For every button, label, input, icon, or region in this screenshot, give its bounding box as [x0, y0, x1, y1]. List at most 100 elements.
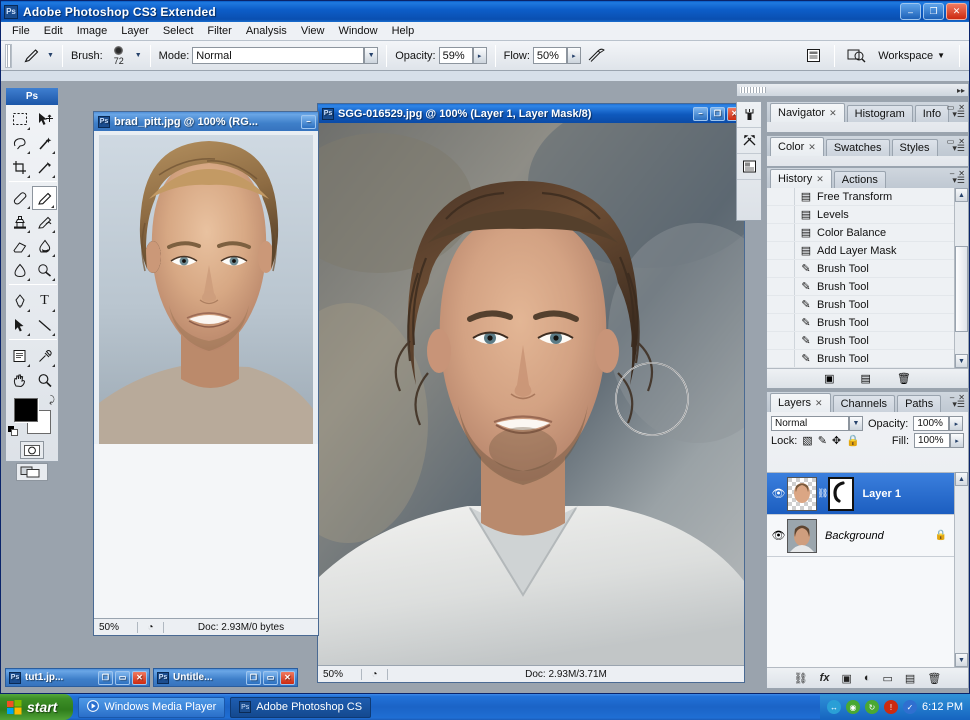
history-snapshot-gutter[interactable]: [779, 242, 795, 259]
tab-histogram[interactable]: Histogram: [846, 105, 913, 122]
layers-opacity-input[interactable]: 100%: [913, 416, 950, 431]
link-layers-icon[interactable]: ⛓: [794, 672, 808, 685]
menu-item-filter[interactable]: Filter: [200, 23, 238, 39]
menu-item-file[interactable]: File: [5, 23, 37, 39]
volume-icon[interactable]: ◉: [846, 700, 861, 714]
security-alert-icon[interactable]: !: [884, 700, 899, 714]
maximize-button[interactable]: ❐: [923, 3, 944, 20]
antivirus-icon[interactable]: ✓: [903, 700, 918, 714]
lock-pixels-icon[interactable]: ✎: [818, 434, 827, 447]
tab-actions[interactable]: Actions: [833, 171, 886, 188]
default-colors-icon[interactable]: [8, 426, 18, 436]
add-mask-icon[interactable]: ▣: [841, 672, 851, 685]
brush-chevron-icon[interactable]: ▼: [135, 52, 142, 59]
history-snapshot-gutter[interactable]: [779, 314, 795, 331]
network-icon[interactable]: ↔: [827, 700, 842, 714]
history-scrollbar[interactable]: ▲ ▼: [954, 188, 968, 368]
document-minimize-button[interactable]: –: [301, 114, 316, 129]
layer-mask-thumbnail[interactable]: [828, 476, 855, 511]
taskbar-clock[interactable]: 6:12 PM: [922, 701, 963, 713]
tool-magic-wand[interactable]: [32, 131, 57, 155]
history-item[interactable]: ✎ Brush Tool: [767, 350, 954, 368]
tool-eraser[interactable]: [7, 234, 32, 258]
history-item[interactable]: ▤ Color Balance: [767, 224, 954, 242]
tool-path-selection[interactable]: [7, 313, 32, 337]
layer-row-layer1[interactable]: 👁 ⛓ Layer 1: [767, 473, 954, 515]
scrollbar-thumb[interactable]: [955, 246, 968, 332]
new-document-icon[interactable]: ▣: [824, 372, 834, 385]
layers-opacity-arrow-icon[interactable]: ▸: [949, 416, 964, 431]
blend-mode-select-layers[interactable]: Normal: [771, 416, 849, 431]
flow-input[interactable]: 50%: [532, 47, 567, 64]
history-list[interactable]: ▤ Free Transform ▤ Levels ▤ Color Balanc…: [767, 188, 954, 368]
layer-thumbnail[interactable]: [787, 518, 817, 553]
menu-item-select[interactable]: Select: [156, 23, 201, 39]
document-maximize-button[interactable]: ❐: [710, 106, 725, 121]
flow-slider-arrow-icon[interactable]: ▸: [566, 47, 581, 64]
layer-row-background[interactable]: 👁 Background 🔒: [767, 515, 954, 557]
history-snapshot-gutter[interactable]: [779, 278, 795, 295]
adjustment-layer-icon[interactable]: ◐: [864, 672, 871, 684]
link-indicator-icon[interactable]: ⛓: [817, 488, 828, 499]
status-menu-icon[interactable]: ◔: [138, 621, 164, 633]
tool-preset-chevron-icon[interactable]: ▼: [47, 52, 54, 59]
dock-grip[interactable]: [740, 87, 766, 93]
history-snapshot-gutter[interactable]: [779, 206, 795, 223]
canvas-bradpitt[interactable]: [94, 131, 318, 453]
scroll-down-icon[interactable]: ▼: [955, 354, 968, 368]
history-item[interactable]: ▤ Levels: [767, 206, 954, 224]
brushes-icon[interactable]: [737, 102, 761, 128]
taskbar-item-photoshop[interactable]: Ps Adobe Photoshop CS: [230, 696, 372, 718]
document-window-sgg[interactable]: Ps SGG-016529.jpg @ 100% (Layer 1, Layer…: [317, 103, 745, 683]
tab-navigator[interactable]: Navigator ✕: [770, 103, 845, 122]
close-button[interactable]: ✕: [132, 670, 147, 685]
zoom-value-inner[interactable]: 50%: [94, 621, 138, 633]
tool-zoom[interactable]: [32, 368, 57, 392]
tab-layers[interactable]: Layers ✕: [770, 393, 831, 412]
update-icon[interactable]: ↻: [865, 700, 880, 714]
tab-history[interactable]: History ✕: [770, 169, 832, 188]
lock-position-icon[interactable]: ✥: [832, 434, 841, 447]
dock-expand-chevron-icon[interactable]: ▸▸: [957, 86, 965, 95]
quick-mask-icon[interactable]: [20, 441, 44, 459]
close-icon[interactable]: ✕: [829, 108, 837, 119]
history-snapshot-gutter[interactable]: [779, 188, 795, 205]
layers-list[interactable]: 👁 ⛓ Layer 1 👁 Background 🔒: [767, 472, 954, 667]
tool-gradient[interactable]: [32, 234, 57, 258]
tool-presets-icon[interactable]: [737, 128, 761, 154]
panel-menu-icon[interactable]: ▾☰: [952, 399, 965, 410]
zoom-value-outer[interactable]: 50%: [318, 668, 362, 680]
tab-swatches[interactable]: Swatches: [825, 139, 890, 156]
brush-preview[interactable]: 72: [106, 45, 132, 66]
panel-menu-icon[interactable]: ▾☰: [952, 143, 965, 154]
menu-item-image[interactable]: Image: [70, 23, 115, 39]
layer-name[interactable]: Background: [817, 530, 935, 542]
close-icon[interactable]: ✕: [815, 398, 823, 409]
layer-comps-icon[interactable]: [737, 154, 761, 180]
scroll-down-icon[interactable]: ▼: [955, 653, 968, 667]
tool-lasso[interactable]: [7, 131, 32, 155]
tool-clone-stamp[interactable]: [7, 210, 32, 234]
history-item[interactable]: ▤ Add Layer Mask: [767, 242, 954, 260]
minimized-document-untitled[interactable]: Ps Untitle... ❐ ▭ ✕: [153, 668, 298, 687]
lock-all-icon[interactable]: 🔒: [846, 434, 860, 447]
menu-item-window[interactable]: Window: [331, 23, 384, 39]
document-titlebar-bradpitt[interactable]: Ps brad_pitt.jpg @ 100% (RG... –: [94, 112, 318, 131]
menu-item-analysis[interactable]: Analysis: [239, 23, 294, 39]
history-snapshot-gutter[interactable]: [779, 296, 795, 313]
layers-scrollbar[interactable]: ▲ ▼: [954, 472, 968, 667]
new-group-icon[interactable]: ▭: [883, 672, 893, 685]
layers-fill-arrow-icon[interactable]: ▸: [950, 433, 964, 448]
delete-layer-icon[interactable]: 🗑: [927, 672, 941, 685]
menu-item-layer[interactable]: Layer: [114, 23, 156, 39]
layer-name[interactable]: Layer 1: [854, 488, 951, 500]
tool-eyedropper[interactable]: [32, 344, 57, 368]
history-snapshot-gutter[interactable]: [779, 350, 795, 367]
tool-dodge[interactable]: [32, 258, 57, 282]
opacity-input[interactable]: 59%: [438, 47, 473, 64]
history-snapshot-gutter[interactable]: [779, 260, 795, 277]
tool-blur[interactable]: [7, 258, 32, 282]
bridge-icon[interactable]: [843, 45, 869, 67]
visibility-icon[interactable]: 👁: [770, 529, 787, 542]
new-layer-icon[interactable]: ▤: [905, 672, 915, 685]
